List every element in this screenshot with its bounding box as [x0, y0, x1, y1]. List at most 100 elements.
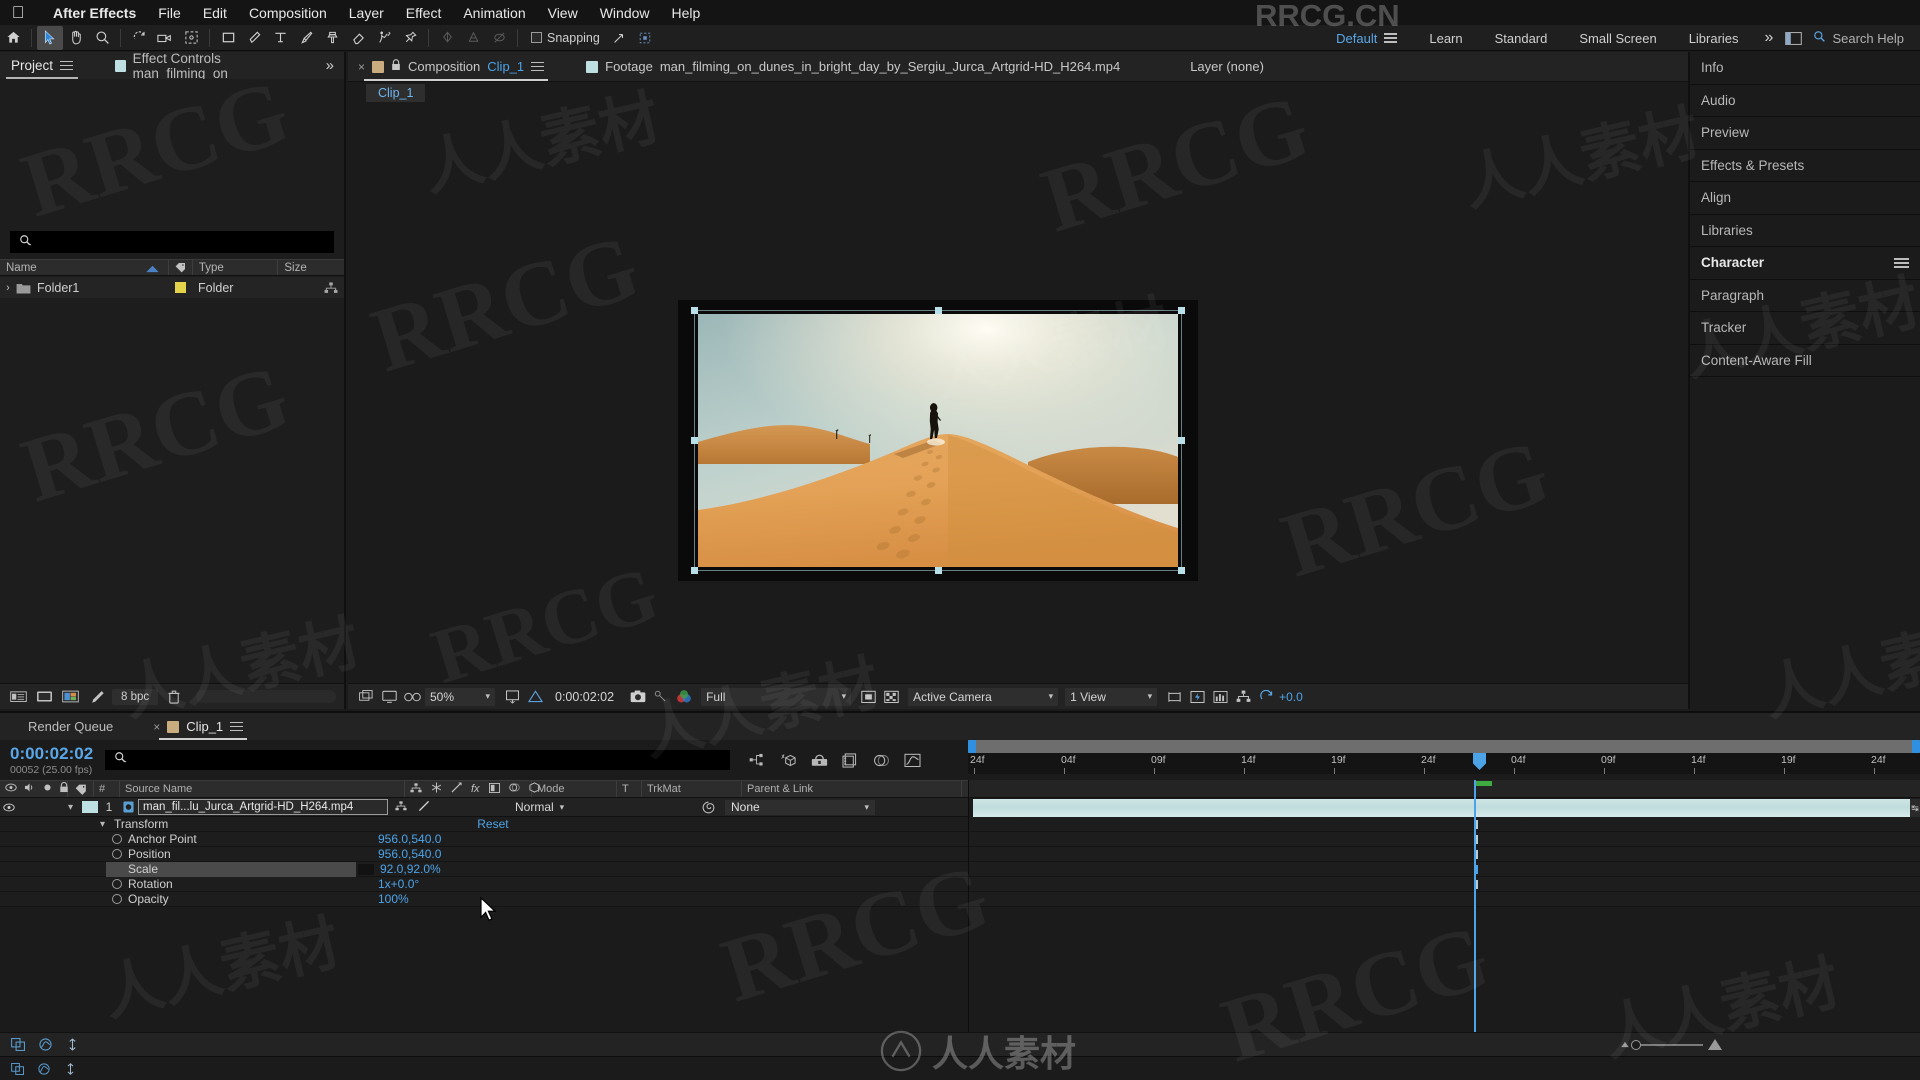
adjust-icon[interactable] [488, 782, 500, 796]
project-search-input[interactable] [10, 231, 334, 253]
fx-icon[interactable]: fx [471, 783, 480, 795]
column-label-tag[interactable] [68, 781, 94, 797]
composition-viewport[interactable] [348, 104, 1688, 683]
layer-mode-select[interactable]: Normal ▾ [515, 800, 600, 814]
graph-editor-icon[interactable] [35, 1035, 55, 1055]
zoom-slider-track[interactable] [1631, 1039, 1703, 1050]
tab-effect-controls[interactable]: Effect Controls man_filming_on_ [104, 51, 316, 81]
menu-item-after-effects[interactable]: After Effects [42, 0, 147, 25]
tab-layer-none[interactable]: Layer (none) [1180, 52, 1274, 81]
magnification-select[interactable]: 50% ▾ [425, 687, 495, 706]
selection-handle-bc[interactable] [935, 567, 942, 574]
column-name[interactable]: Name [0, 260, 169, 275]
pan-behind-tool-icon[interactable] [178, 26, 204, 50]
timeline-time-ruler[interactable]: 24f 04f 09f 14f 19f 24f 04f 09f 14f 19f … [968, 753, 1920, 774]
menu-item-composition[interactable]: Composition [238, 0, 338, 25]
puppet-starch-icon[interactable] [460, 26, 486, 50]
timeline-ruler[interactable]: 24f 04f 09f 14f 19f 24f 04f 09f 14f 19f … [968, 740, 1920, 780]
motion-blur-icon[interactable] [871, 750, 891, 770]
project-panel-overflow[interactable]: » [316, 52, 344, 79]
stopwatch-icon[interactable] [112, 849, 122, 859]
snap-arrow-icon[interactable] [606, 26, 632, 50]
panel-tab-preview[interactable]: Preview [1690, 117, 1920, 150]
camera-tool-icon[interactable] [152, 26, 178, 50]
reset-exposure-icon[interactable] [1256, 687, 1276, 707]
workspace-menu-icon[interactable] [1384, 31, 1398, 46]
project-item-row[interactable]: › Folder1 Folder [0, 277, 344, 298]
graph-editor-icon[interactable] [902, 750, 922, 770]
project-panel-menu-icon[interactable] [60, 58, 74, 73]
character-panel-menu-icon[interactable] [1894, 256, 1909, 271]
toggle-mask-icon[interactable] [858, 687, 878, 707]
selection-handle-tr[interactable] [1178, 307, 1185, 314]
toggle-transparency-icon[interactable] [881, 687, 901, 707]
frame-blending-icon[interactable] [840, 750, 860, 770]
shape-tool-icon[interactable] [215, 26, 241, 50]
column-type[interactable]: Type [193, 260, 279, 275]
resolution-select[interactable]: Full ▾ [701, 687, 852, 706]
column-size[interactable]: Size [278, 260, 344, 275]
menu-item-help[interactable]: Help [661, 0, 712, 25]
star-icon[interactable] [431, 782, 442, 796]
composition-panel-menu-icon[interactable] [531, 59, 545, 74]
tab-project[interactable]: Project [0, 52, 84, 79]
region-of-interest-icon[interactable] [502, 687, 522, 707]
breadcrumb-clip[interactable]: Clip_1 [366, 84, 426, 102]
layer-bar-handle[interactable]: ↹ [1910, 799, 1920, 817]
selection-handle-bl[interactable] [691, 567, 698, 574]
orbit-tool-icon[interactable] [126, 26, 152, 50]
snapping-checkbox[interactable] [531, 32, 542, 43]
pixel-aspect-correction-icon[interactable] [1164, 687, 1184, 707]
property-value[interactable]: 956.0,540.0 [378, 847, 441, 861]
quality-icon[interactable] [451, 782, 462, 796]
transparency-grid-icon[interactable] [525, 687, 545, 707]
panel-tab-content-aware-fill[interactable]: Content-Aware Fill [1690, 345, 1920, 377]
layout-icon[interactable] [1783, 28, 1803, 48]
menu-item-edit[interactable]: Edit [192, 0, 238, 25]
layer-label-chip[interactable] [82, 801, 98, 813]
workspace-overflow[interactable]: » [1755, 29, 1784, 47]
selection-handle-br[interactable] [1178, 567, 1185, 574]
menu-item-file[interactable]: File [147, 0, 192, 25]
layer-duration-bar[interactable] [973, 799, 1910, 817]
playhead-line[interactable] [1474, 780, 1476, 1032]
panel-tab-tracker[interactable]: Tracker [1690, 312, 1920, 345]
selection-tool-icon[interactable] [37, 25, 63, 50]
panel-tab-audio[interactable]: Audio [1690, 85, 1920, 117]
column-source-name[interactable]: Source Name [120, 781, 405, 797]
pen-tool-icon[interactable] [241, 26, 267, 50]
transform-reset-link[interactable]: Reset [477, 817, 508, 831]
column-label-tag[interactable] [169, 260, 193, 275]
tab-footage[interactable]: Footage man_filming_on_dunes_in_bright_d… [576, 52, 1130, 81]
workspace-standard[interactable]: Standard [1479, 31, 1564, 46]
main-viewer-icon[interactable] [379, 687, 399, 707]
menu-item-layer[interactable]: Layer [338, 0, 395, 25]
panel-tab-align[interactable]: Align [1690, 182, 1920, 215]
snapshot-icon[interactable] [628, 687, 648, 707]
solo-icon[interactable] [43, 783, 52, 795]
menu-item-view[interactable]: View [537, 0, 589, 25]
item-tag-color[interactable] [168, 282, 192, 293]
workspace-libraries[interactable]: Libraries [1673, 31, 1755, 46]
panel-tab-info[interactable]: Info [1690, 52, 1920, 85]
timeline-zoom-slider[interactable] [1620, 1039, 1912, 1050]
tab-render-queue[interactable]: Render Queue [0, 713, 125, 740]
interpret-footage-icon[interactable] [86, 687, 106, 707]
new-folder-icon[interactable] [8, 687, 28, 707]
eraser-tool-icon[interactable] [345, 26, 371, 50]
exposure-value[interactable]: +0.0 [1279, 690, 1303, 704]
pickwhip-icon[interactable] [625, 801, 725, 814]
layer-source-name-field[interactable]: man_fil...lu_Jurca_Artgrid-HD_H264.mp4 [138, 799, 388, 815]
zoom-slider-knob[interactable] [1631, 1039, 1641, 1050]
property-value[interactable]: 956.0,540.0 [378, 832, 441, 846]
column-trkmat[interactable]: TrkMat [642, 781, 742, 797]
bit-depth-label[interactable]: 8 bpc [112, 688, 159, 705]
close-icon[interactable]: × [358, 60, 365, 74]
fast-previews-icon[interactable] [1187, 687, 1207, 707]
sort-ascending-icon[interactable] [145, 264, 160, 276]
timeline-track-area[interactable]: ↹ [968, 780, 1920, 1032]
channel-rgb-icon[interactable] [674, 687, 694, 707]
quality-icon[interactable] [418, 800, 430, 815]
folder-expander[interactable]: › [0, 282, 16, 294]
project-footer-scrollbar[interactable] [196, 690, 336, 703]
